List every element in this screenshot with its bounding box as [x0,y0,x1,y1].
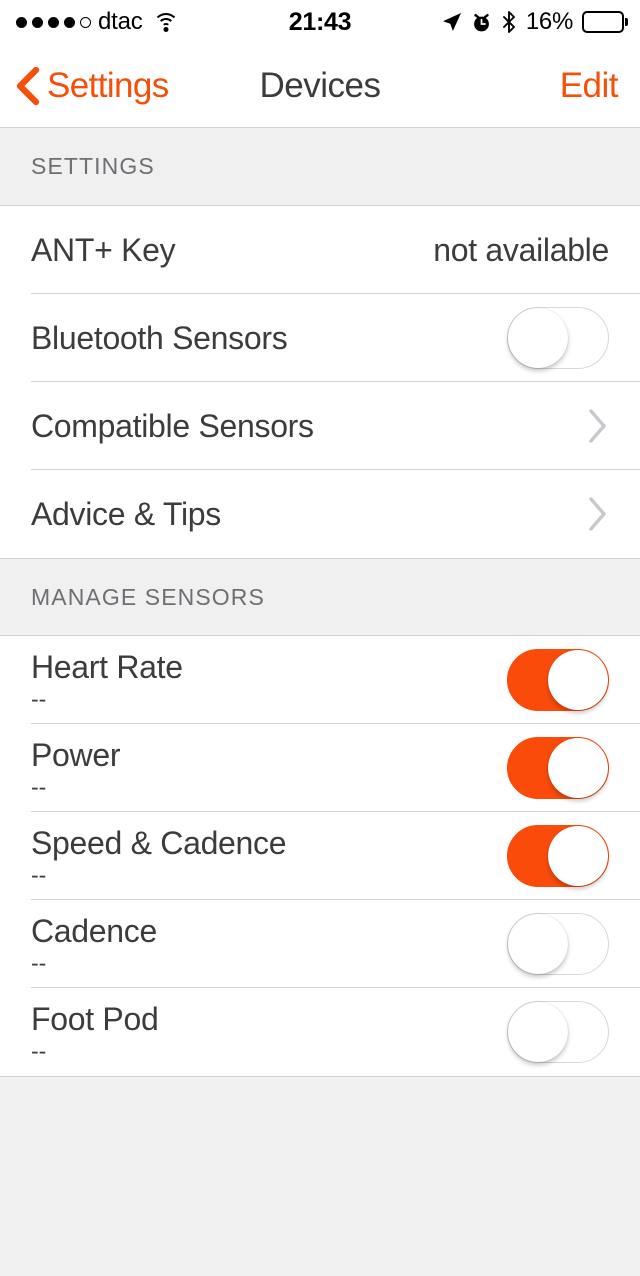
row-subtitle: -- [31,950,47,977]
row-texts: Compatible Sensors [31,408,587,445]
row-cadence[interactable]: Cadence -- [0,900,640,988]
section-header-label: SETTINGS [31,153,155,179]
list-footer-space [0,1076,640,1276]
page-title: Devices [259,65,381,105]
row-texts: Foot Pod -- [31,1001,507,1064]
row-texts: Heart Rate -- [31,649,507,712]
row-title: Speed & Cadence [31,824,287,861]
toggle-knob [507,1001,568,1062]
row-texts: Power -- [31,737,507,800]
alarm-clock-icon [471,12,492,33]
row-title: ANT+ Key [31,231,176,268]
row-compatible-sensors[interactable]: Compatible Sensors [0,382,640,470]
row-subtitle: -- [31,862,47,889]
row-title: Advice & Tips [31,495,221,532]
battery-icon [582,11,628,33]
row-advice-and-tips[interactable]: Advice & Tips [0,470,640,558]
row-power[interactable]: Power -- [0,724,640,812]
row-title: Bluetooth Sensors [31,319,288,356]
row-title: Heart Rate [31,648,183,685]
row-subtitle: -- [31,774,47,801]
settings-group: ANT+ Key not available Bluetooth Sensors… [0,206,640,558]
row-subtitle: -- [31,1038,47,1065]
foot-pod-toggle[interactable] [507,1001,609,1063]
status-bar: dtac 21:43 16% [0,0,640,44]
status-bar-right: 16% [442,8,628,36]
bluetooth-icon [501,11,517,33]
section-header-manage-sensors: MANAGE SENSORS [0,558,640,636]
row-title: Foot Pod [31,1000,159,1037]
row-title: Compatible Sensors [31,407,314,444]
row-texts: Bluetooth Sensors [31,320,507,357]
toggle-knob [548,825,608,886]
toggle-knob [507,307,568,368]
section-header-settings: SETTINGS [0,128,640,206]
row-bluetooth-sensors[interactable]: Bluetooth Sensors [0,294,640,382]
row-foot-pod[interactable]: Foot Pod -- [0,988,640,1076]
toggle-knob [548,737,608,798]
row-title: Cadence [31,912,157,949]
row-ant-plus-key[interactable]: ANT+ Key not available [0,206,640,294]
chevron-right-icon [587,408,609,444]
bluetooth-sensors-toggle[interactable] [507,307,609,369]
heart-rate-toggle[interactable] [507,649,609,711]
phone-screen: dtac 21:43 16% Settings Devices Edit SET… [0,0,640,1276]
row-subtitle: -- [31,686,47,713]
settings-list[interactable]: SETTINGS ANT+ Key not available Bluetoot… [0,128,640,1276]
toggle-knob [548,649,608,710]
row-texts: Advice & Tips [31,496,587,533]
chevron-right-icon [587,496,609,532]
row-heart-rate[interactable]: Heart Rate -- [0,636,640,724]
row-texts: Cadence -- [31,913,507,976]
toggle-knob [507,913,568,974]
row-texts: Speed & Cadence -- [31,825,507,888]
section-header-label: MANAGE SENSORS [31,583,265,610]
power-toggle[interactable] [507,737,609,799]
edit-button[interactable]: Edit [560,66,619,106]
location-arrow-icon [442,12,462,32]
row-speed-and-cadence[interactable]: Speed & Cadence -- [0,812,640,900]
cadence-toggle[interactable] [507,913,609,975]
battery-percent-label: 16% [525,8,573,35]
speed-and-cadence-toggle[interactable] [507,825,609,887]
manage-sensors-group: Heart Rate -- Power -- Speed & Cadence -… [0,636,640,1076]
row-value: not available [433,231,609,268]
row-texts: ANT+ Key [31,232,433,269]
navigation-bar: Settings Devices Edit [0,44,640,128]
row-title: Power [31,736,121,773]
